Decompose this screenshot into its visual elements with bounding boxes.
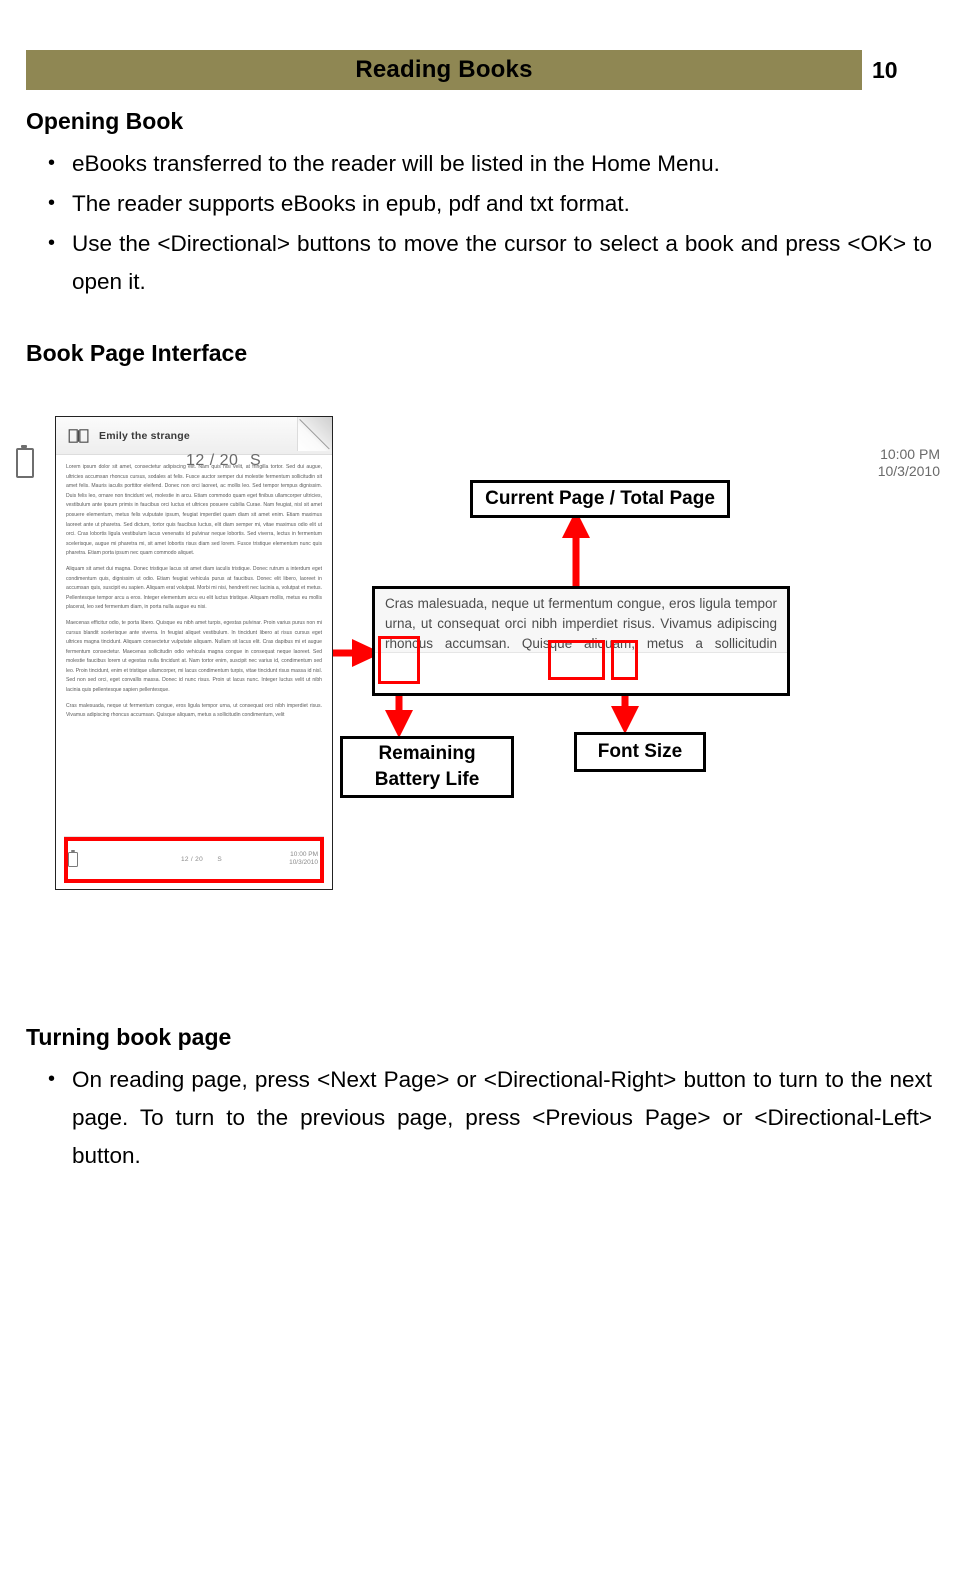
ereader-page-body: Lorem ipsum dolor sit amet, consectetur …	[66, 463, 322, 827]
callout-font-size: Font Size	[574, 732, 706, 772]
page-fold-corner-icon	[297, 417, 332, 451]
callout-battery-line1: Remaining	[378, 743, 476, 764]
callout-remaining-battery-life: Remaining Battery Life	[340, 736, 514, 798]
heading-opening-book: Opening Book	[26, 108, 184, 134]
ereader-device-mockup: Emily the strange Lorem ipsum dolor sit …	[55, 416, 333, 890]
page-number: 10	[872, 56, 898, 83]
heading-book-page-interface: Book Page Interface	[26, 340, 248, 366]
magnified-clock-indicator: 10:00 PM 10/3/2010	[878, 446, 940, 480]
list-item: The reader supports eBooks in epub, pdf …	[42, 184, 932, 223]
highlight-page-indicator	[548, 640, 605, 680]
list-item: eBooks transferred to the reader will be…	[42, 144, 932, 183]
page-title: Reading Books	[355, 56, 533, 83]
heading-turning-book-page: Turning book page	[26, 1024, 232, 1050]
highlight-device-status-bar	[64, 837, 324, 883]
open-book-icon	[68, 428, 89, 443]
list-opening-book: eBooks transferred to the reader will be…	[42, 144, 932, 303]
page-header-band: Reading Books	[26, 50, 862, 90]
body-paragraph: Cras malesuada, neque ut fermentum congu…	[66, 702, 322, 719]
book-page-interface-figure: Emily the strange Lorem ipsum dolor sit …	[0, 398, 954, 918]
callout-current-page: Current Page / Total Page	[470, 480, 730, 518]
ereader-titlebar: Emily the strange	[56, 417, 332, 455]
magnified-clock-date: 10/3/2010	[877, 463, 940, 479]
list-item: On reading page, press <Next Page> or <D…	[42, 1060, 932, 1175]
body-paragraph: Maecenas efficitur odio, te porta libero…	[66, 619, 322, 694]
magnified-clock-time: 10:00 PM	[880, 446, 940, 462]
magnified-font-size-indicator: S	[250, 452, 261, 469]
list-item: Use the <Directional> buttons to move th…	[42, 224, 932, 301]
list-turning-book-page: On reading page, press <Next Page> or <D…	[42, 1060, 932, 1177]
magnified-page-indicator: 12 / 20	[186, 452, 239, 469]
highlight-font-size	[611, 640, 638, 680]
body-paragraph: Aliquam sit amet dui magna. Donec tristi…	[66, 565, 322, 611]
body-paragraph: Lorem ipsum dolor sit amet, consectetur …	[66, 464, 322, 557]
highlight-battery	[378, 636, 420, 684]
magnified-battery-icon	[16, 445, 34, 478]
callout-battery-line2: Battery Life	[374, 769, 480, 790]
ereader-book-title: Emily the strange	[99, 429, 190, 442]
